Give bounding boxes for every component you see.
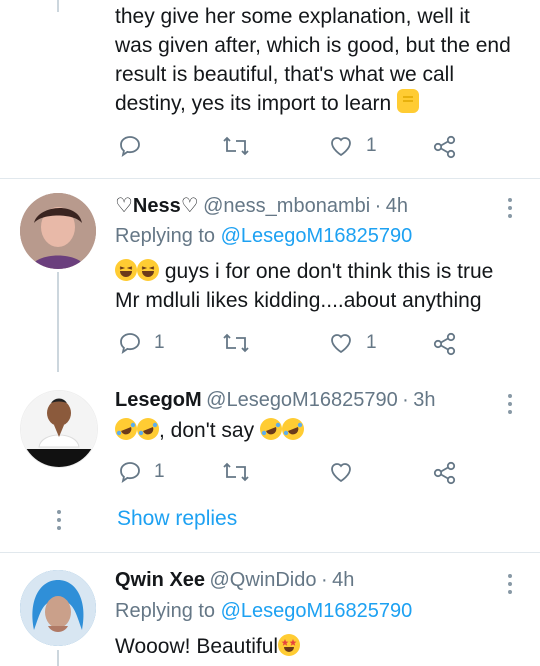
reply1-header: ♡Ness♡ @ness_mbonambi · 4h: [115, 193, 408, 218]
show-replies-link[interactable]: Show replies: [117, 507, 237, 531]
like-icon: [331, 463, 351, 483]
display-name[interactable]: Qwin Xee: [115, 569, 205, 591]
reply-icon: [120, 462, 140, 484]
like-icon: [331, 334, 351, 354]
like-icon: [331, 137, 351, 157]
reply-count: 1: [154, 461, 165, 482]
share-icon: [433, 461, 456, 485]
text-line: guys i for one don't think this is true: [115, 257, 535, 286]
thread-line-top: [57, 0, 59, 12]
separator: ·: [320, 569, 328, 591]
thread-line: [57, 272, 59, 372]
replying-to: Replying to @LesegoM16825790: [115, 225, 412, 248]
avatar[interactable]: [20, 570, 96, 646]
rofl-emoji: [281, 418, 304, 440]
like-count: 1: [366, 332, 377, 353]
reply-count: 1: [154, 332, 165, 353]
reply-icon: [120, 333, 140, 355]
divider: [0, 178, 540, 179]
divider: [0, 552, 540, 553]
handle[interactable]: @QwinDido: [209, 569, 316, 591]
replying-to: Replying to @LesegoM16825790: [115, 600, 412, 623]
thread-line: [57, 650, 59, 666]
retweet-icon: [223, 333, 249, 353]
text-line: Mr mdluli likes kidding....about anythin…: [115, 289, 482, 312]
handle[interactable]: @ness_mbonambi: [203, 195, 370, 217]
rofl-emoji: [115, 418, 137, 440]
rofl-emoji: [259, 418, 282, 440]
share-icon: [433, 135, 456, 159]
reply-button[interactable]: 1: [118, 460, 165, 484]
share-icon: [433, 332, 456, 356]
star-struck-emoji: [278, 634, 301, 656]
replying-handle-link[interactable]: @LesegoM16825790: [221, 600, 413, 622]
top-tweet-line: was given after, which is good, but the …: [115, 34, 511, 57]
laughing-emoji: [137, 259, 159, 281]
top-tweet-line: destiny, yes its import to learn: [115, 89, 535, 118]
retweet-icon: [223, 462, 249, 482]
top-tweet-line: result is beautiful, that's what we call: [115, 63, 455, 86]
top-tweet-line: they give her some explanation, well it: [115, 5, 470, 28]
retweet-button[interactable]: [222, 460, 250, 484]
thread-ellipsis: [56, 510, 62, 534]
retweet-icon: [223, 136, 249, 156]
more-icon[interactable]: [507, 394, 513, 418]
top-tweet-text: they give her some explanation, well it …: [115, 2, 535, 118]
raised-fist-emoji: [397, 89, 420, 113]
timestamp[interactable]: 4h: [332, 569, 354, 591]
reply-button[interactable]: [118, 134, 142, 158]
like-button[interactable]: 1: [328, 134, 377, 158]
replying-handle-link[interactable]: @LesegoM16825790: [221, 225, 413, 247]
retweet-button[interactable]: [222, 331, 250, 355]
reply2-header: LesegoM @LesegoM16825790 · 3h: [115, 389, 436, 412]
avatar[interactable]: [20, 193, 96, 269]
timestamp[interactable]: 3h: [413, 389, 435, 411]
avatar[interactable]: [20, 390, 98, 468]
separator: ·: [402, 389, 409, 411]
reply-button[interactable]: 1: [118, 331, 165, 355]
timestamp[interactable]: 4h: [386, 195, 408, 217]
replying-label: Replying to: [115, 600, 216, 622]
reply3-header: Qwin Xee @QwinDido · 4h: [115, 569, 354, 592]
like-button[interactable]: [328, 460, 354, 484]
share-button[interactable]: [432, 461, 458, 485]
retweet-button[interactable]: [222, 134, 250, 158]
reply3-text: Wooow! Beautiful: [115, 632, 301, 661]
reply-icon: [120, 136, 140, 158]
more-icon[interactable]: [507, 198, 513, 222]
reply1-text: guys i for one don't think this is true …: [115, 257, 535, 315]
more-icon[interactable]: [507, 574, 513, 598]
separator: ·: [374, 195, 382, 217]
laughing-emoji: [115, 259, 137, 281]
rofl-emoji: [137, 418, 159, 440]
display-name[interactable]: ♡Ness♡: [115, 195, 199, 217]
handle[interactable]: @LesegoM16825790: [206, 389, 398, 411]
display-name[interactable]: LesegoM: [115, 389, 202, 411]
replying-label: Replying to: [115, 225, 216, 247]
reply2-text: , don't say: [115, 416, 304, 445]
share-button[interactable]: [432, 332, 458, 356]
like-count: 1: [366, 135, 377, 156]
like-button[interactable]: 1: [328, 331, 377, 355]
share-button[interactable]: [432, 135, 458, 159]
